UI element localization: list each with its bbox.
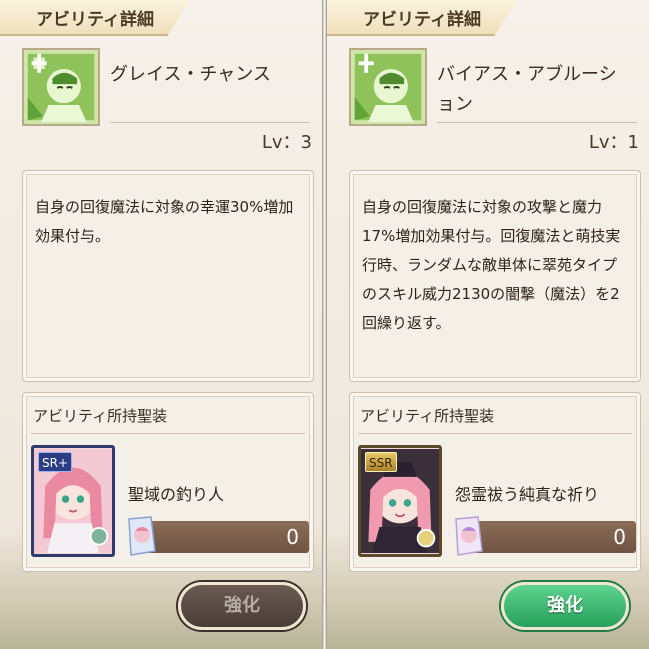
enhance-button[interactable]: 強化 [501,582,629,630]
crystal-icon [450,515,484,557]
equip-section-title: アビリティ所持聖装 [360,407,495,425]
ability-level: Lv：1 [588,132,639,153]
crystal-icon [123,515,157,557]
ability-description: 自身の回復魔法に対象の幸運30%増加効果付与。 [35,198,294,245]
rarity-badge: SSR [365,452,397,472]
equip-section: アビリティ所持聖装 SSR 怨霊祓う純真な祈り 0 [349,392,641,572]
ability-description: 自身の回復魔法に対象の攻撃と魔力17%増加効果付与。回復魔法と萌技実行時、ランダ… [362,198,621,332]
equip-name: 怨霊祓う純真な祈り [455,485,600,504]
equip-section: アビリティ所持聖装 SR+ 聖域の釣り人 0 [22,392,314,572]
ability-level: Lv：3 [261,132,312,153]
equip-divider [31,433,305,434]
panel-header: アビリティ詳細 [327,0,517,36]
ability-description-box: 自身の回復魔法に対象の攻撃と魔力17%増加効果付与。回復魔法と萌技実行時、ランダ… [349,170,641,382]
ability-icon [22,48,100,126]
panel-header: アビリティ詳細 [0,0,190,36]
ability-icon [349,48,427,126]
ability-description-box: 自身の回復魔法に対象の幸運30%増加効果付与。 [22,170,314,382]
ability-detail-panel-left: アビリティ詳細 グレイス・チャンス Lv：3 自身の回復魔法に対象の幸運30%増… [0,0,322,649]
equip-card-portrait[interactable]: SR+ [31,445,115,557]
equip-name: 聖域の釣り人 [128,485,225,504]
ability-detail-panel-right: アビリティ詳細 バイアス・アブルーション Lv：1 自身の回復魔法に対象の攻撃と… [327,0,649,649]
ability-name: グレイス・チャンス [110,64,271,85]
equip-count-bar: 0 [141,521,309,553]
equip-card-portrait[interactable]: SSR [358,445,442,557]
rarity-badge: SR+ [38,452,73,472]
equip-count-bar: 0 [468,521,636,553]
ability-name: バイアス・アブルーション [437,64,617,115]
name-divider [110,122,310,123]
name-divider [437,122,637,123]
enhance-button[interactable]: 強化 [178,582,306,630]
equip-section-title: アビリティ所持聖装 [33,407,168,425]
equip-divider [358,433,632,434]
